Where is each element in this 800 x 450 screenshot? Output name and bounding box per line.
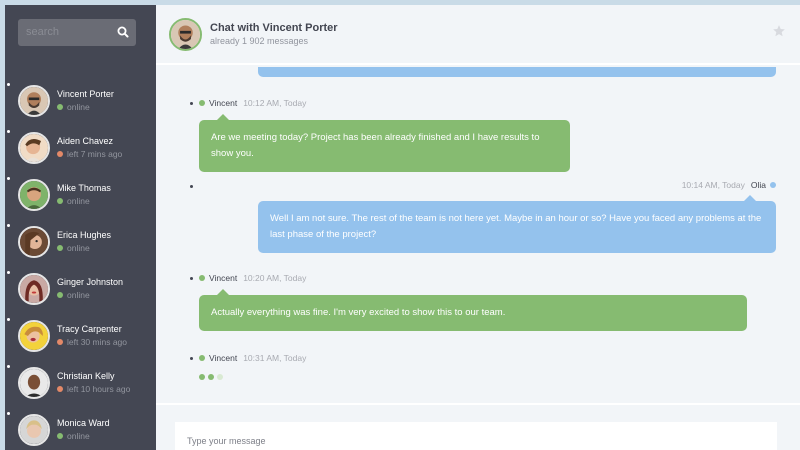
message-author: Vincent <box>209 353 238 363</box>
contact-name: Vincent Porter <box>57 88 114 99</box>
message-meta: 10:14 AM, Today Olia <box>682 180 776 190</box>
contact-name: Mike Thomas <box>57 182 111 193</box>
contact-tracy-carpenter[interactable]: Tracy Carpenter left 30 mins ago <box>5 312 156 359</box>
contact-status: online <box>67 430 90 441</box>
message-author: Vincent <box>209 98 238 108</box>
contact-status: online <box>67 242 90 253</box>
contact-ginger-johnston[interactable]: Ginger Johnston online <box>5 265 156 312</box>
contact-name: Christian Kelly <box>57 370 115 381</box>
contact-status: left 10 hours ago <box>67 383 131 394</box>
chat-header: Chat with Vincent Porter already 1 902 m… <box>156 5 800 65</box>
chat-avatar <box>169 18 202 51</box>
list-bullet <box>7 83 10 86</box>
list-bullet <box>190 277 193 280</box>
people-list: Vincent Porter online Aiden Chavez left … <box>5 77 156 450</box>
search-icon[interactable] <box>116 25 130 39</box>
contact-mike-thomas[interactable]: Mike Thomas online <box>5 171 156 218</box>
avatar <box>18 319 50 352</box>
contact-vincent-porter[interactable]: Vincent Porter online <box>5 77 156 124</box>
message-composer <box>156 403 800 450</box>
message-meta: Vincent 10:31 AM, Today <box>199 353 306 363</box>
list-bullet <box>190 102 193 105</box>
contact-name: Aiden Chavez <box>57 135 114 146</box>
list-bullet <box>7 271 10 274</box>
my-status-dot <box>770 182 776 188</box>
chat-history: Vincent 10:12 AM, Today Are we meeting t… <box>156 67 800 403</box>
online-status-dot <box>57 104 63 110</box>
online-status-dot <box>199 100 205 106</box>
contact-christian-kelly[interactable]: Christian Kelly left 10 hours ago <box>5 359 156 406</box>
avatar <box>18 225 50 258</box>
online-status-dot <box>57 433 63 439</box>
contact-name: Ginger Johnston <box>57 276 124 287</box>
contact-monica-ward[interactable]: Monica Ward online <box>5 406 156 450</box>
star-icon[interactable] <box>772 24 786 38</box>
search-input[interactable]: search <box>18 19 136 46</box>
contact-erica-hughes[interactable]: Erica Hughes online <box>5 218 156 265</box>
list-bullet <box>7 412 10 415</box>
contact-status: online <box>67 195 90 206</box>
contact-status: left 30 mins ago <box>67 336 128 347</box>
typing-indicator <box>199 374 226 380</box>
contact-name: Tracy Carpenter <box>57 323 122 334</box>
chat-title: Chat with Vincent Porter <box>210 22 338 34</box>
chat-panel: Chat with Vincent Porter already 1 902 m… <box>156 5 800 450</box>
away-status-dot <box>57 339 63 345</box>
message-time: 10:12 AM, Today <box>243 98 307 108</box>
message-count: already 1 902 messages <box>210 36 309 46</box>
previous-message-bubble <box>258 67 776 77</box>
contact-status: left 7 mins ago <box>67 148 123 159</box>
online-status-dot <box>199 275 205 281</box>
away-status-dot <box>57 386 63 392</box>
message-meta: Vincent 10:20 AM, Today <box>199 273 306 283</box>
chat-app: search Vincent Porter online Aiden Chave… <box>5 5 800 450</box>
away-status-dot <box>57 151 63 157</box>
contact-status: online <box>67 101 90 112</box>
message-bubble: Actually everything was fine. I'm very e… <box>199 289 747 331</box>
avatar <box>18 84 50 117</box>
contact-aiden-chavez[interactable]: Aiden Chavez left 7 mins ago <box>5 124 156 171</box>
list-bullet <box>7 224 10 227</box>
message-bubble: Well I am not sure. The rest of the team… <box>258 195 776 253</box>
list-bullet <box>7 177 10 180</box>
search-placeholder: search <box>26 26 60 38</box>
message-meta: Vincent 10:12 AM, Today <box>199 98 306 108</box>
contact-name: Monica Ward <box>57 417 110 428</box>
contact-name: Erica Hughes <box>57 229 112 240</box>
avatar <box>18 272 50 305</box>
avatar <box>18 413 50 446</box>
list-bullet <box>7 318 10 321</box>
message-time: 10:14 AM, Today <box>681 180 745 190</box>
online-status-dot <box>57 198 63 204</box>
list-bullet <box>190 185 193 188</box>
list-bullet <box>190 357 193 360</box>
list-bullet <box>7 130 10 133</box>
online-status-dot <box>57 245 63 251</box>
online-status-dot <box>57 292 63 298</box>
message-time: 10:20 AM, Today <box>243 273 307 283</box>
message-input[interactable] <box>175 422 777 450</box>
online-status-dot <box>199 355 205 361</box>
list-bullet <box>7 365 10 368</box>
contact-status: online <box>67 289 90 300</box>
message-bubble: Are we meeting today? Project has been a… <box>199 114 570 172</box>
message-author: Vincent <box>209 273 238 283</box>
avatar <box>18 366 50 399</box>
message-time: 10:31 AM, Today <box>243 353 307 363</box>
contacts-sidebar: search Vincent Porter online Aiden Chave… <box>5 5 156 450</box>
avatar <box>18 131 50 164</box>
avatar <box>18 178 50 211</box>
